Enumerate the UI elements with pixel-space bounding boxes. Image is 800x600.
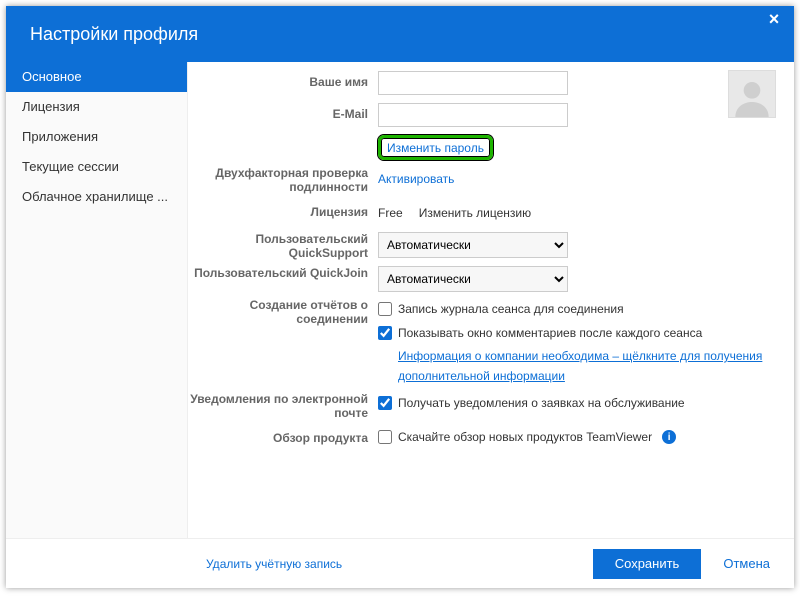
- receive-notif-checkbox[interactable]: [378, 396, 392, 410]
- email-input[interactable]: [378, 103, 568, 127]
- label-name: Ваше имя: [188, 70, 368, 89]
- delete-account-link[interactable]: Удалить учётную запись: [206, 557, 342, 571]
- label-reports: Создание отчётов о соединении: [188, 298, 368, 326]
- window-title: Настройки профиля: [30, 24, 198, 45]
- tab-license[interactable]: Лицензия: [6, 92, 187, 122]
- show-comments-label: Показывать окно комментариев после каждо…: [398, 326, 702, 340]
- change-password-link[interactable]: Изменить пароль: [387, 141, 484, 155]
- label-license: Лицензия: [188, 200, 368, 219]
- name-input[interactable]: [378, 71, 568, 95]
- tab-cloud[interactable]: Облачное хранилище ...: [6, 182, 187, 212]
- change-password-highlight: Изменить пароль: [378, 135, 493, 160]
- label-emailnotif: Уведомления по электронной почте: [188, 392, 368, 420]
- footer: Удалить учётную запись Сохранить Отмена: [6, 538, 794, 588]
- content-panel: Ваше имя E-Mail Изменить пароль Двухфакт…: [188, 62, 794, 538]
- sidebar: Основное Лицензия Приложения Текущие сес…: [6, 62, 188, 538]
- quickjoin-select[interactable]: Автоматически: [378, 266, 568, 292]
- info-icon[interactable]: i: [662, 430, 676, 444]
- log-record-checkbox[interactable]: [378, 302, 392, 316]
- close-icon[interactable]: ×: [764, 10, 784, 30]
- label-twofa: Двухфакторная проверка подлинности: [188, 166, 368, 194]
- license-value: Free: [378, 206, 403, 220]
- show-comments-checkbox[interactable]: [378, 326, 392, 340]
- label-email: E-Mail: [188, 102, 368, 121]
- avatar[interactable]: [728, 70, 776, 118]
- cancel-button[interactable]: Отмена: [717, 555, 776, 572]
- titlebar: Настройки профиля ×: [6, 6, 794, 62]
- activate-2fa-link[interactable]: Активировать: [378, 172, 454, 186]
- receive-notif-label: Получать уведомления о заявках на обслуж…: [398, 396, 685, 410]
- tab-general[interactable]: Основное: [6, 62, 187, 92]
- label-overview: Обзор продукта: [188, 426, 368, 445]
- download-overview-checkbox[interactable]: [378, 430, 392, 444]
- label-quicksupport: Пользовательский QuickSupport: [188, 232, 368, 260]
- tab-sessions[interactable]: Текущие сессии: [6, 152, 187, 182]
- change-license-link[interactable]: Изменить лицензию: [419, 206, 531, 220]
- tab-apps[interactable]: Приложения: [6, 122, 187, 152]
- save-button[interactable]: Сохранить: [593, 549, 702, 579]
- log-record-label: Запись журнала сеанса для соединения: [398, 302, 624, 316]
- label-quickjoin: Пользовательский QuickJoin: [188, 266, 368, 280]
- company-info-link[interactable]: Информация о компании необходима – щёлкн…: [398, 346, 778, 386]
- download-overview-label: Скачайте обзор новых продуктов TeamViewe…: [398, 430, 652, 444]
- quicksupport-select[interactable]: Автоматически: [378, 232, 568, 258]
